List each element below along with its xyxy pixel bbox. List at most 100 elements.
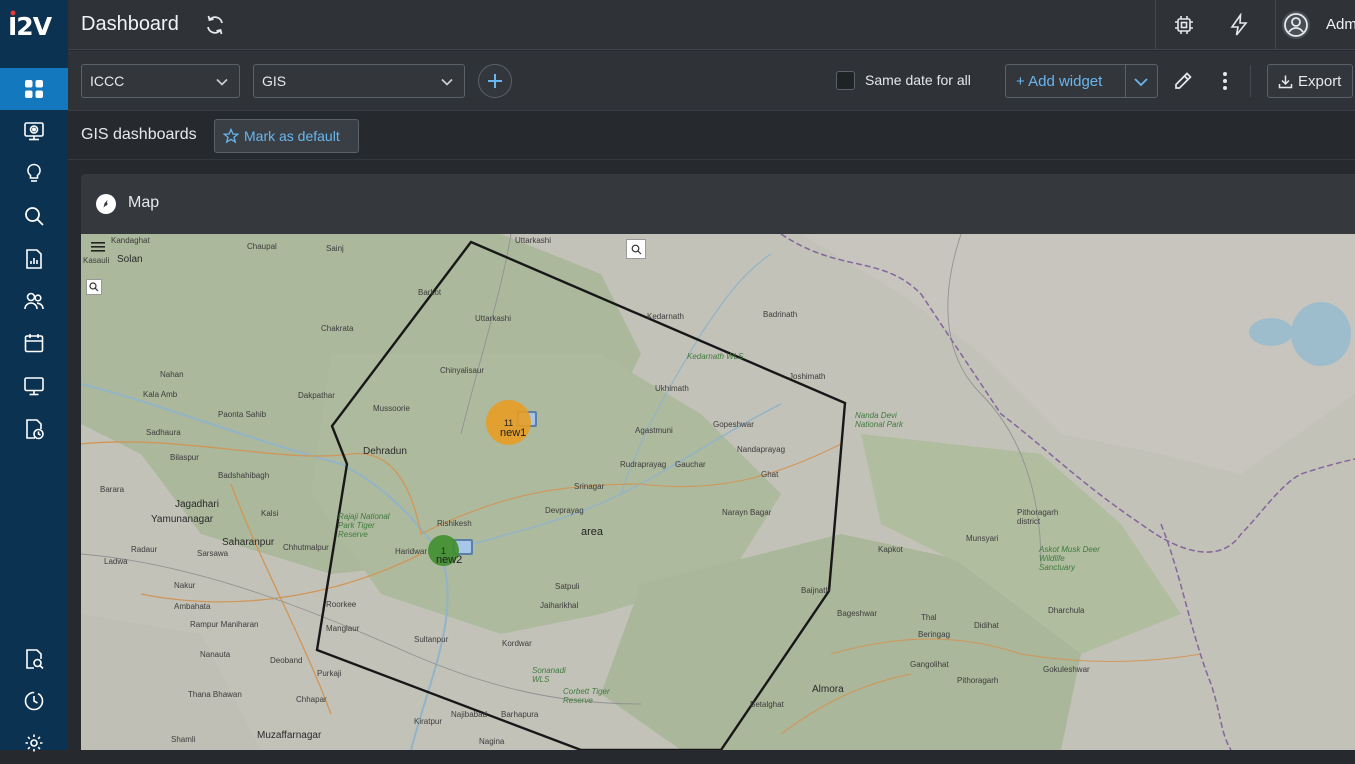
dashboard-toolbar: ICCC GIS Same date for all + Add widget … — [68, 51, 1355, 111]
map-search-button[interactable] — [86, 279, 102, 295]
place-label: Narayn Bagar — [722, 508, 772, 517]
export-label: Export — [1298, 73, 1342, 90]
widget-title: Map — [128, 194, 160, 211]
place-label: Devprayag — [545, 506, 584, 515]
split-divider — [1125, 65, 1126, 97]
sidebar-item-settings[interactable] — [0, 722, 68, 764]
dashboard-select[interactable]: GIS — [253, 64, 465, 98]
refresh-icon[interactable] — [204, 14, 226, 36]
chip-icon[interactable] — [1172, 13, 1196, 37]
place-label: Sadhaura — [146, 428, 181, 437]
sidebar-item-reports[interactable] — [0, 238, 68, 280]
place-label: Betalghat — [750, 700, 784, 709]
place-label: Jaiharikhal — [540, 601, 579, 610]
place-label: Didihat — [974, 621, 999, 630]
place-label: Rudraprayag — [620, 460, 667, 469]
place-label: Barhapura — [501, 710, 539, 719]
map-base-layer — [81, 234, 1355, 750]
place-label: Pithoragarh — [957, 676, 999, 685]
place-label: Corbett Tiger Reserve — [563, 687, 610, 705]
add-dashboard-button[interactable] — [478, 64, 512, 98]
sidebar-item-search[interactable] — [0, 195, 68, 237]
export-button[interactable]: Export — [1267, 64, 1353, 98]
place-label: Chakrata — [321, 324, 354, 333]
place-label: Ghat — [761, 470, 779, 479]
sidebar-item-dashboard[interactable] — [0, 68, 68, 110]
mark-default-button[interactable]: Mark as default — [214, 119, 359, 153]
sidebar-item-cameras[interactable] — [0, 110, 68, 152]
place-label: Kedarnath WLS — [687, 352, 744, 361]
sidebar-item-users[interactable] — [0, 280, 68, 322]
place-label: Uttarkashi — [515, 236, 552, 245]
place-label: Pithoragarh district — [1017, 508, 1059, 526]
download-icon — [1278, 75, 1293, 89]
place-label: Chaupal — [247, 242, 277, 251]
place-label: Ambahata — [174, 602, 211, 611]
monitor-icon — [24, 377, 44, 396]
sidebar-item-history[interactable] — [0, 680, 68, 722]
place-label: Askot Musk Deer Wildlife Sanctuary — [1039, 545, 1100, 572]
lightning-icon[interactable] — [1227, 13, 1251, 37]
sidebar-item-scheduled-reports[interactable] — [0, 408, 68, 450]
mark-default-label: Mark as default — [244, 128, 340, 144]
user-avatar-icon[interactable] — [1281, 10, 1311, 40]
add-widget-button[interactable]: + Add widget — [1005, 64, 1158, 98]
map-widget: Map Kandaghat Chaupal Sainj Uttarkashi S… — [81, 174, 1355, 750]
place-label: Kedarnath — [647, 312, 684, 321]
place-label: Munsyari — [966, 534, 999, 543]
module-select-value: ICCC — [90, 73, 125, 89]
place-label: Barkot — [418, 288, 442, 297]
marker-label: new1 — [500, 427, 527, 439]
place-label: Najibabad — [451, 710, 488, 719]
app-logo[interactable]: I2V — [6, 10, 62, 44]
place-label: Sonanadi WLS — [532, 666, 566, 684]
history-icon — [24, 691, 44, 711]
place-label: Satpuli — [555, 582, 580, 591]
place-label: Shamli — [171, 735, 196, 744]
map-layers-menu-icon[interactable] — [90, 240, 106, 254]
place-label: Dharchula — [1048, 606, 1085, 615]
sidebar-item-monitor[interactable] — [0, 365, 68, 407]
header-divider — [1275, 0, 1276, 50]
pencil-icon[interactable] — [1172, 70, 1194, 92]
chevron-down-icon — [441, 78, 453, 86]
logo-text: I2V — [8, 12, 52, 41]
chevron-down-icon — [216, 78, 228, 86]
marker-label: new2 — [436, 554, 463, 566]
place-label: Bilaspur — [170, 453, 199, 462]
search-icon — [631, 244, 641, 254]
gis-map[interactable]: Kandaghat Chaupal Sainj Uttarkashi Solan… — [81, 234, 1355, 750]
place-label: Gauchar — [675, 460, 706, 469]
search-icon — [25, 207, 44, 226]
top-header: Dashboard Adm — [68, 0, 1355, 50]
polygon-search-button[interactable] — [626, 239, 646, 259]
place-label: Nakur — [174, 581, 196, 590]
place-label: Barara — [100, 485, 125, 494]
logo-dot-icon — [10, 10, 16, 16]
place-label: Gangolihat — [910, 660, 949, 669]
dashboard-subbar: GIS dashboards Mark as default — [68, 112, 1355, 160]
plus-icon — [488, 74, 502, 88]
report-icon — [26, 249, 42, 269]
chevron-down-icon[interactable] — [1133, 74, 1149, 90]
place-label: Kasauli — [83, 256, 110, 265]
sidebar-item-search-reports[interactable] — [0, 638, 68, 680]
place-label: Nanda Devi National Park — [855, 411, 904, 429]
place-label: Purkaji — [317, 669, 342, 678]
user-name[interactable]: Adm — [1326, 16, 1355, 33]
place-label: Yamunanagar — [151, 514, 214, 525]
more-vertical-icon[interactable] — [1215, 69, 1235, 93]
camera-monitor-icon — [24, 122, 44, 141]
place-label: Joshimath — [789, 372, 826, 381]
sidebar: I2V — [0, 0, 68, 752]
sidebar-item-insights[interactable] — [0, 152, 68, 194]
schedule-report-icon — [26, 419, 44, 440]
sidebar-item-calendar[interactable] — [0, 322, 68, 364]
place-label: Kandaghat — [111, 236, 150, 245]
place-label: Gokuleshwar — [1043, 665, 1090, 674]
widget-header[interactable]: Map — [81, 174, 1355, 234]
same-date-checkbox[interactable] — [836, 71, 855, 90]
place-label: Sainj — [326, 244, 344, 253]
place-label: Mussoorie — [373, 404, 410, 413]
module-select[interactable]: ICCC — [81, 64, 240, 98]
